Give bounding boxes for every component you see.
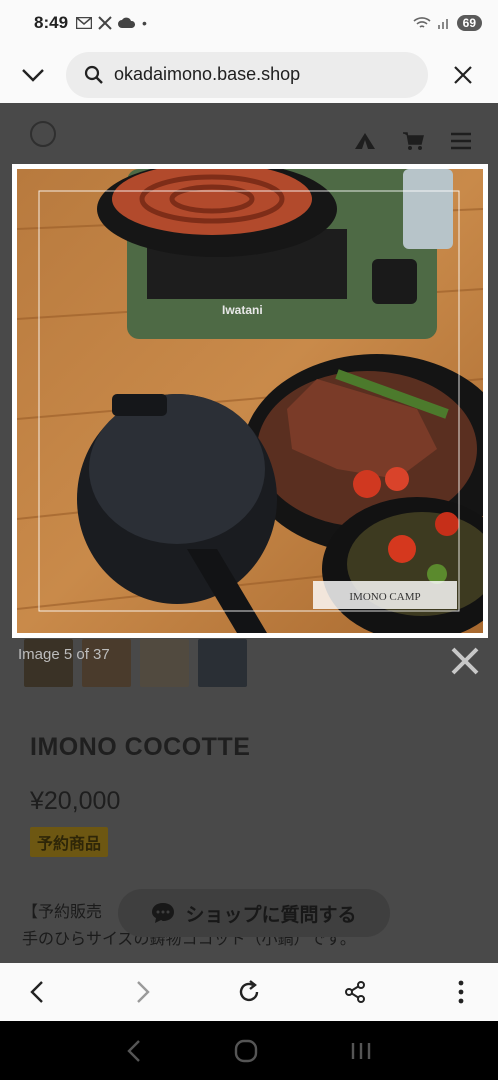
forward-button[interactable] — [120, 969, 166, 1015]
ask-shop-label: ショップに質問する — [185, 904, 357, 926]
browser-url-bar: okadaimono.base.shop — [0, 46, 498, 103]
share-button[interactable] — [332, 969, 378, 1015]
dot-icon: • — [142, 15, 147, 31]
back-button[interactable] — [14, 969, 60, 1015]
chevron-down-icon — [22, 68, 44, 82]
reload-button[interactable] — [226, 969, 272, 1015]
close-icon — [451, 647, 479, 675]
stove-brand-label: Iwatani — [222, 303, 263, 317]
more-vert-icon — [458, 980, 464, 1004]
image-caption: IMONO CAMP — [349, 591, 420, 603]
battery-indicator: 69 — [456, 15, 482, 31]
nav-back-icon[interactable] — [126, 1039, 142, 1063]
share-icon — [345, 981, 365, 1003]
reload-icon — [239, 980, 259, 1002]
chevron-left-icon — [30, 981, 43, 1003]
close-icon — [454, 65, 472, 84]
tent-icon[interactable] — [354, 132, 376, 150]
address-field[interactable]: okadaimono.base.shop — [66, 51, 428, 98]
product-photo[interactable]: Iwatani IMONO CAMP — [17, 169, 483, 633]
search-icon — [84, 65, 103, 84]
lightbox-frame: Iwatani IMONO CAMP — [12, 164, 488, 638]
browser-toolbar — [0, 963, 498, 1021]
more-options-button[interactable] — [438, 969, 484, 1015]
lightbox-close-button[interactable] — [446, 642, 484, 680]
menu-icon[interactable] — [450, 132, 472, 150]
x-icon — [98, 16, 112, 30]
system-nav-bar — [0, 1021, 498, 1080]
nav-home-icon[interactable] — [234, 1039, 258, 1063]
status-bar: 8:49 • 69 — [0, 0, 498, 46]
close-tab-button[interactable] — [428, 46, 498, 103]
status-time: 8:49 — [34, 13, 69, 32]
wifi-icon — [413, 17, 431, 28]
nav-recents-icon[interactable] — [350, 1041, 372, 1061]
product-title: IMONO COCOTTE — [30, 733, 251, 761]
shop-logo[interactable] — [30, 121, 56, 147]
image-counter: Image 5 of 37 — [18, 646, 110, 663]
mail-icon — [76, 17, 93, 29]
description-line: 【予約販売 — [22, 904, 103, 921]
preorder-badge: 予約商品 — [30, 827, 109, 857]
chat-bubble-icon — [152, 903, 175, 923]
thumbnail-3[interactable] — [140, 639, 189, 687]
cart-icon[interactable] — [402, 131, 424, 151]
product-price: ¥20,000 — [30, 787, 121, 815]
minimize-button[interactable] — [0, 46, 66, 103]
cloud-icon — [118, 17, 136, 28]
signal-icon — [437, 19, 448, 29]
chevron-right-icon — [137, 981, 150, 1003]
thumbnail-4[interactable] — [198, 639, 247, 687]
ask-shop-button[interactable]: ショップに質問する — [118, 889, 390, 937]
url-text: okadaimono.base.shop — [114, 64, 301, 84]
